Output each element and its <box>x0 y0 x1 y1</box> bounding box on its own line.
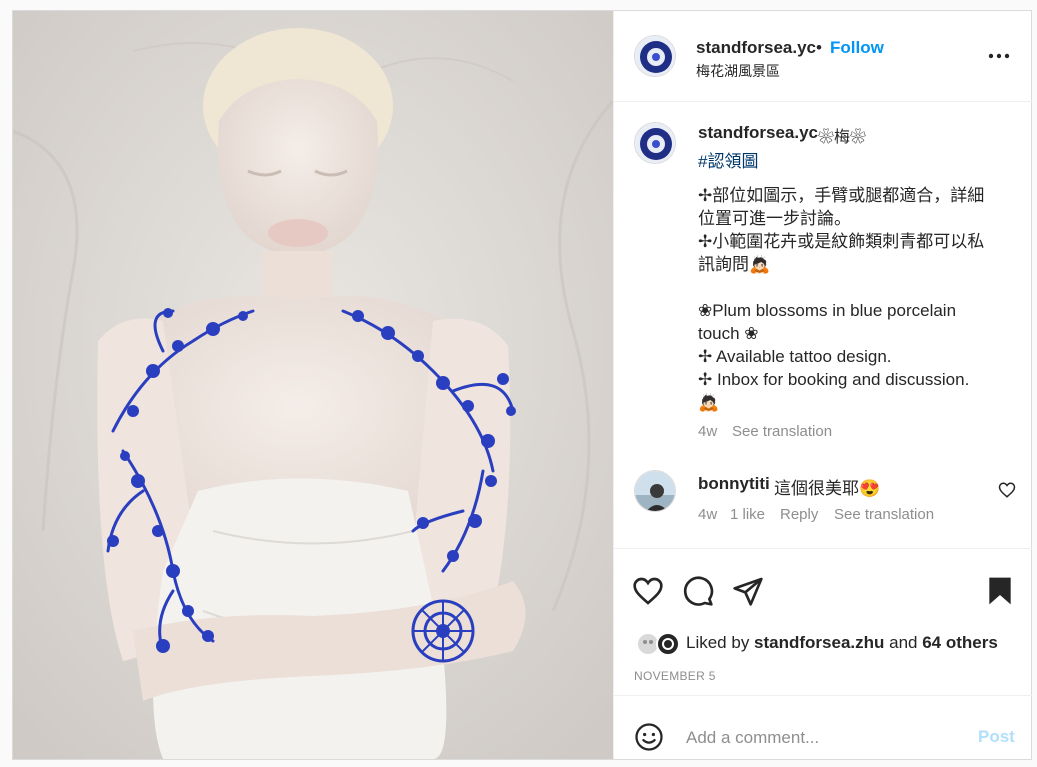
caption-line: ✢部位如圖示，手臂或腿都適合，詳細 <box>698 186 985 205</box>
author-username[interactable]: standforsea.yc <box>696 38 816 58</box>
author-avatar[interactable] <box>634 35 676 77</box>
add-comment-bar: Post <box>614 695 1032 760</box>
liked-by-user[interactable]: standforsea.zhu <box>754 633 884 652</box>
bookmark-filled-icon[interactable] <box>984 575 1016 607</box>
post-header: standforsea.yc • Follow 梅花湖風景區 <box>614 11 1032 102</box>
caption-line: touch ❀ <box>698 324 759 343</box>
commenter-username[interactable]: bonnytiti <box>698 474 770 494</box>
caption-line: 🙇🏻 <box>698 393 720 412</box>
action-bar: Liked by standforsea.zhu and 64 others N… <box>614 548 1032 709</box>
heart-outline-icon[interactable] <box>632 575 664 607</box>
commenter-avatar[interactable] <box>634 470 676 512</box>
instagram-post: standforsea.yc • Follow 梅花湖風景區 standfors… <box>12 10 1032 760</box>
caption-hashtag[interactable]: #認領圖 <box>698 147 758 172</box>
caption-title: ❀梅❀ <box>818 129 867 146</box>
comment-timestamp[interactable]: 4w <box>698 506 717 523</box>
post-sidebar: standforsea.yc • Follow 梅花湖風景區 standfors… <box>613 11 1032 760</box>
reply-button[interactable]: Reply <box>780 506 818 523</box>
caption-text: ✢部位如圖示，手臂或腿都適合，詳細 位置可進一步討論。 ✢小範圍花卉或是紋飾類刺… <box>698 184 1008 414</box>
comment-like-heart-icon[interactable] <box>998 481 1016 499</box>
location-link[interactable]: 梅花湖風景區 <box>696 61 780 81</box>
caption-see-translation[interactable]: See translation <box>732 423 832 440</box>
liked-by-middle: and <box>884 633 923 652</box>
caption-line: ✢ Inbox for booking and discussion. <box>698 370 970 389</box>
caption-line <box>698 276 1008 299</box>
caption-line: ❀Plum blossoms in blue porcelain <box>698 301 957 320</box>
caption-line: ✢小範圍花卉或是紋飾類刺青都可以私 <box>698 232 985 251</box>
paper-plane-icon[interactable] <box>732 575 764 607</box>
more-horizontal-icon[interactable] <box>986 47 1012 65</box>
post-date[interactable]: NOVEMBER 5 <box>634 669 716 683</box>
comment-bubble-icon[interactable] <box>682 575 714 607</box>
liked-by-others[interactable]: 64 others <box>922 633 998 652</box>
liked-by-text: Liked by standforsea.zhu and 64 others <box>686 633 998 653</box>
caption-timestamp[interactable]: 4w <box>698 423 717 440</box>
post-image[interactable] <box>13 11 613 759</box>
separator-dot: • <box>816 38 822 57</box>
caption-username[interactable]: standforsea.yc <box>698 123 818 143</box>
follow-button[interactable]: Follow <box>830 38 884 58</box>
caption-line: 位置可進一步討論。 <box>698 209 851 228</box>
liked-by-prefix: Liked by <box>686 633 755 652</box>
comment-text: 這個很美耶😍 <box>774 479 881 498</box>
caption-avatar[interactable] <box>634 122 676 164</box>
liked-by-avatars[interactable] <box>636 631 682 657</box>
comment-input[interactable] <box>684 722 958 754</box>
comment-see-translation[interactable]: See translation <box>834 506 934 523</box>
comment-like-count[interactable]: 1 like <box>730 506 765 523</box>
smiley-icon[interactable] <box>634 722 664 752</box>
post-comment-button[interactable]: Post <box>978 727 1015 747</box>
comments-section: standforsea.yc ❀梅❀ #認領圖 ✢部位如圖示，手臂或腿都適合，詳… <box>614 102 1032 547</box>
caption-line: 訊詢問🙇🏻 <box>698 255 771 274</box>
caption-line: ✢ Available tattoo design. <box>698 347 892 366</box>
